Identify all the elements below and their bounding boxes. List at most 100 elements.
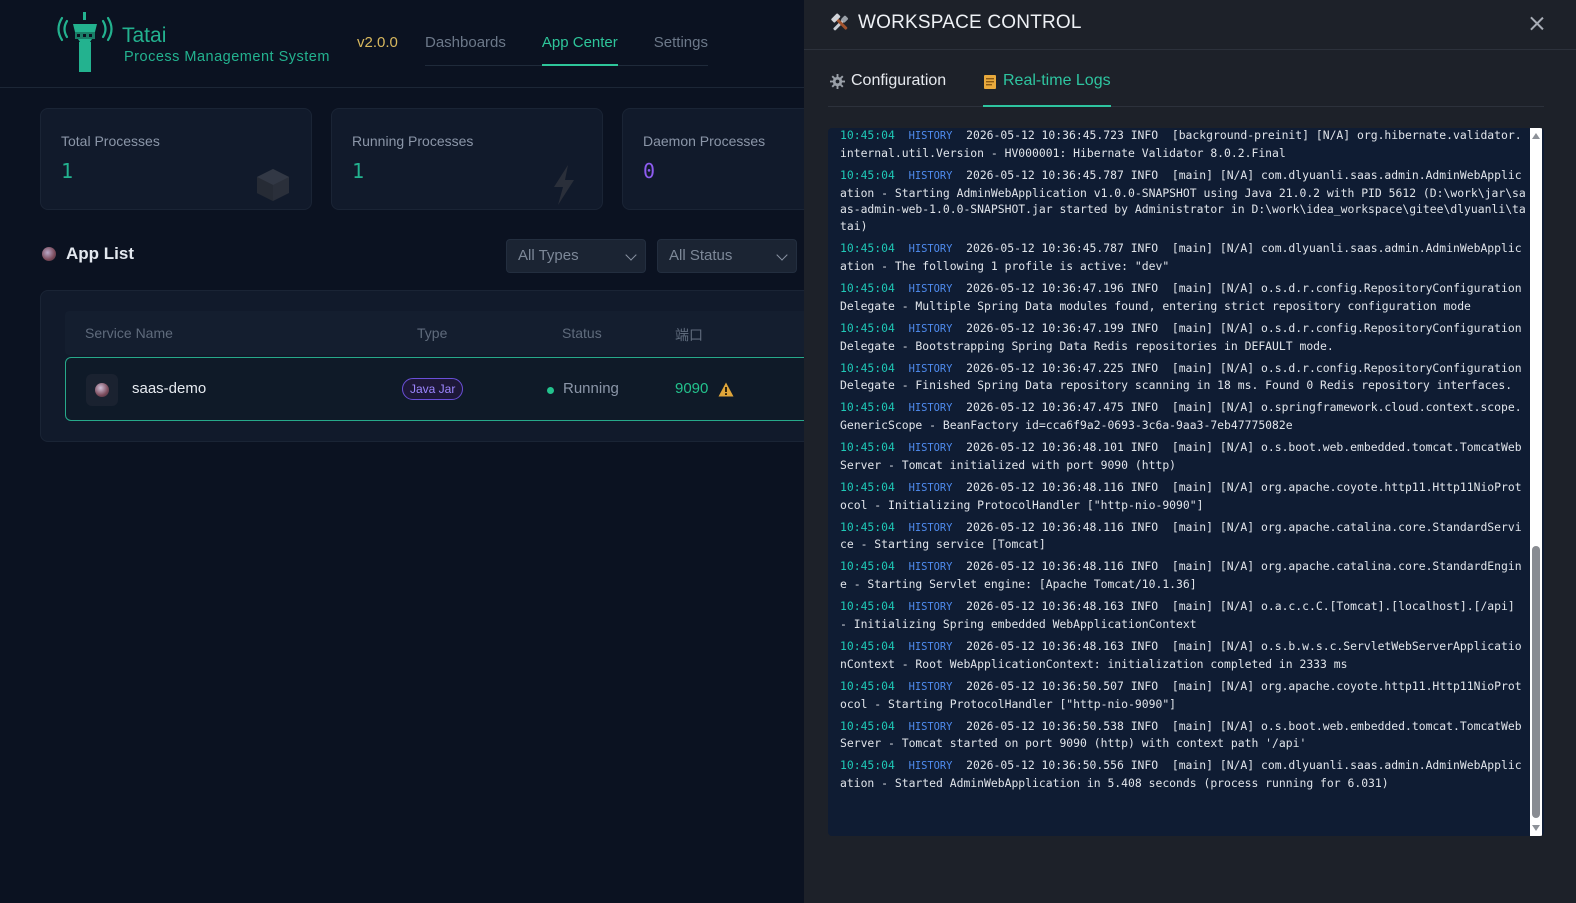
log-tag: HISTORY bbox=[908, 481, 953, 494]
log-time: 10:45:04 bbox=[840, 678, 895, 693]
log-entry: 10:45:04 HISTORY 2026-05-12 10:36:48.163… bbox=[840, 638, 1528, 673]
log-entry: 10:45:04 HISTORY 2026-05-12 10:36:48.116… bbox=[840, 479, 1528, 514]
stat-value: 0 bbox=[643, 159, 656, 183]
log-time: 10:45:04 bbox=[840, 400, 895, 415]
box-icon bbox=[257, 169, 289, 201]
log-tag: HISTORY bbox=[908, 130, 953, 142]
service-name: saas-demo bbox=[132, 380, 207, 397]
column-header-status[interactable]: Status bbox=[562, 325, 602, 341]
tab-configuration-label: Configuration bbox=[851, 72, 947, 89]
status-filter-select[interactable]: All Status bbox=[657, 239, 797, 273]
stat-value: 1 bbox=[352, 159, 365, 183]
log-entry: 10:45:04 HISTORY 2026-05-12 10:36:50.507… bbox=[840, 678, 1528, 713]
status-text: Running bbox=[563, 380, 619, 397]
log-time: 10:45:04 bbox=[840, 128, 895, 142]
app-window: Tatai Process Management System v2.0.0 D… bbox=[0, 0, 812, 903]
log-time: 10:45:04 bbox=[840, 599, 895, 614]
stat-card-running: Running Processes 1 bbox=[331, 108, 603, 210]
tab-configuration[interactable]: Configuration bbox=[830, 72, 946, 107]
status-filter-value: All Status bbox=[669, 247, 733, 264]
stat-card-total: Total Processes 1 bbox=[40, 108, 312, 210]
log-tag: HISTORY bbox=[908, 362, 953, 375]
log-time: 10:45:04 bbox=[840, 360, 895, 375]
lightning-icon bbox=[554, 165, 574, 205]
log-tag: HISTORY bbox=[908, 601, 953, 614]
log-entry: 10:45:04 HISTORY 2026-05-12 10:36:48.101… bbox=[840, 439, 1528, 474]
log-entry: 10:45:04 HISTORY 2026-05-12 10:36:50.538… bbox=[840, 718, 1528, 753]
log-entry: 10:45:04 HISTORY 2026-05-12 10:36:48.163… bbox=[840, 598, 1528, 633]
tab-real-time-logs-label: Real-time Logs bbox=[1003, 72, 1111, 89]
log-scrollbar[interactable] bbox=[1530, 128, 1542, 836]
log-time: 10:45:04 bbox=[840, 280, 895, 295]
scroll-icon bbox=[984, 75, 996, 89]
nav-app-center[interactable]: App Center bbox=[541, 22, 618, 66]
stat-card-daemon: Daemon Processes 0 bbox=[622, 108, 812, 210]
chevron-down-icon bbox=[776, 249, 788, 261]
log-tag: HISTORY bbox=[908, 640, 953, 653]
log-entry: 10:45:04 HISTORY 2026-05-12 10:36:47.225… bbox=[840, 360, 1528, 395]
control-tower-logo-icon bbox=[57, 12, 113, 72]
log-tag: HISTORY bbox=[908, 760, 953, 773]
close-icon[interactable] bbox=[1526, 13, 1548, 35]
version-label: v2.0.0 bbox=[357, 34, 398, 51]
status-dot-icon bbox=[547, 387, 554, 394]
log-entry: 10:45:04 HISTORY 2026-05-12 10:36:45.723… bbox=[840, 128, 1528, 162]
log-entry: 10:45:04 HISTORY 2026-05-12 10:36:47.475… bbox=[840, 399, 1528, 434]
log-time: 10:45:04 bbox=[840, 758, 895, 773]
app-avatar bbox=[86, 374, 118, 406]
stat-label: Running Processes bbox=[352, 133, 474, 149]
column-header-port[interactable]: 端口 bbox=[675, 325, 703, 345]
drawer-title: WORKSPACE CONTROL bbox=[830, 12, 1082, 34]
log-time: 10:45:04 bbox=[840, 638, 895, 653]
log-tag: HISTORY bbox=[908, 521, 953, 534]
nav-settings[interactable]: Settings bbox=[654, 22, 708, 66]
log-time: 10:45:04 bbox=[840, 167, 895, 182]
log-tag: HISTORY bbox=[908, 680, 953, 693]
type-filter-value: All Types bbox=[518, 247, 579, 264]
log-tag: HISTORY bbox=[908, 322, 953, 335]
log-entry: 10:45:04 HISTORY 2026-05-12 10:36:47.196… bbox=[840, 280, 1528, 315]
log-entry: 10:45:04 HISTORY 2026-05-12 10:36:48.116… bbox=[840, 558, 1528, 593]
nav-dashboards[interactable]: Dashboards bbox=[425, 22, 506, 66]
log-time: 10:45:04 bbox=[840, 241, 895, 256]
warning-icon[interactable] bbox=[718, 382, 734, 397]
log-time: 10:45:04 bbox=[840, 440, 895, 455]
log-entry: 10:45:04 HISTORY 2026-05-12 10:36:48.116… bbox=[840, 519, 1528, 554]
log-entry: 10:45:04 HISTORY 2026-05-12 10:36:47.199… bbox=[840, 320, 1528, 355]
tab-real-time-logs[interactable]: Real-time Logs bbox=[983, 72, 1111, 107]
stat-label: Daemon Processes bbox=[643, 133, 766, 149]
log-time: 10:45:04 bbox=[840, 479, 895, 494]
stat-value: 1 bbox=[61, 159, 74, 183]
scroll-down-arrow-icon[interactable] bbox=[1532, 825, 1540, 831]
type-filter-select[interactable]: All Types bbox=[506, 239, 646, 273]
column-header-type[interactable]: Type bbox=[417, 325, 447, 341]
workspace-control-drawer: WORKSPACE CONTROL Configuration Real-tim… bbox=[804, 0, 1576, 903]
log-time: 10:45:04 bbox=[840, 519, 895, 534]
app-table: Service Name Type Status 端口 saas-demo Ja… bbox=[40, 290, 812, 442]
tools-icon bbox=[831, 13, 849, 31]
log-entry: 10:45:04 HISTORY 2026-05-12 10:36:45.787… bbox=[840, 167, 1528, 235]
type-badge: Java Jar bbox=[402, 378, 464, 400]
log-time: 10:45:04 bbox=[840, 320, 895, 335]
scroll-up-arrow-icon[interactable] bbox=[1532, 133, 1540, 139]
app-list-heading: App List bbox=[42, 244, 134, 264]
gear-icon bbox=[830, 74, 845, 89]
log-time: 10:45:04 bbox=[840, 559, 895, 574]
log-time: 10:45:04 bbox=[840, 718, 895, 733]
log-tag: HISTORY bbox=[908, 243, 953, 256]
log-entry: 10:45:04 HISTORY 2026-05-12 10:36:50.556… bbox=[840, 757, 1528, 792]
log-tag: HISTORY bbox=[908, 282, 953, 295]
scrollbar-thumb[interactable] bbox=[1532, 546, 1540, 818]
drawer-tabs: Configuration Real-time Logs bbox=[828, 62, 1544, 107]
main-nav: Dashboards App Center Settings bbox=[425, 22, 708, 66]
table-header: Service Name Type Status 端口 bbox=[65, 311, 812, 355]
table-row[interactable]: saas-demo Java Jar Running 9090 bbox=[65, 357, 812, 421]
log-viewer[interactable]: 10:45:04 HISTORY 2026-05-12 10:36:45.723… bbox=[828, 128, 1544, 836]
log-scroll-area[interactable]: 10:45:04 HISTORY 2026-05-12 10:36:45.723… bbox=[840, 128, 1528, 836]
drawer-title-text: WORKSPACE CONTROL bbox=[858, 12, 1082, 33]
log-tag: HISTORY bbox=[908, 442, 953, 455]
log-tag: HISTORY bbox=[908, 561, 953, 574]
chevron-down-icon bbox=[625, 249, 637, 261]
column-header-service-name[interactable]: Service Name bbox=[85, 325, 173, 341]
brand-name: Tatai bbox=[122, 24, 167, 47]
